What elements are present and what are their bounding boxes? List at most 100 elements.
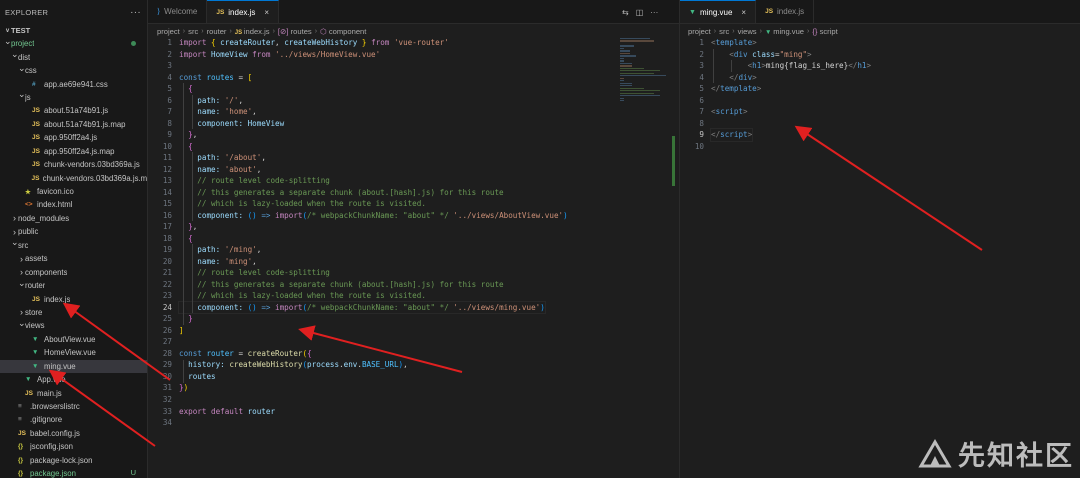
- left-code-area[interactable]: 1 import { createRouter, createWebHistory…: [148, 37, 668, 429]
- code-line[interactable]: 32: [148, 394, 668, 406]
- code-line[interactable]: 8 component: HomeView: [148, 118, 668, 130]
- code-line[interactable]: 2 import HomeView from '../views/HomeView…: [148, 49, 668, 61]
- code-line[interactable]: 29 history: createWebHistory(process.env…: [148, 359, 668, 371]
- file-item[interactable]: {} package-lock.json: [0, 454, 147, 467]
- tab-ming-vue[interactable]: ▼ ming.vue ×: [680, 0, 757, 23]
- folder-item[interactable]: ⌄ src: [0, 237, 147, 252]
- code-line[interactable]: 34: [148, 417, 668, 429]
- breadcrumb-item[interactable]: project: [688, 27, 711, 36]
- code-line[interactable]: 1 <template>: [680, 37, 1080, 49]
- code-line[interactable]: 2 <div class="ming">: [680, 49, 1080, 61]
- split-editor-icon[interactable]: ◫: [636, 8, 644, 17]
- file-item[interactable]: {} package.json U: [0, 467, 147, 478]
- breadcrumb-item[interactable]: src: [188, 27, 198, 36]
- folder-item[interactable]: › assets: [0, 252, 147, 265]
- breadcrumb-item[interactable]: [⊘] routes: [278, 27, 312, 36]
- code-line[interactable]: 4 const routes = [: [148, 72, 668, 84]
- file-item[interactable]: JS index.js: [0, 292, 147, 305]
- breadcrumb-item[interactable]: ⬡ component: [320, 27, 366, 36]
- folder-item[interactable]: › node_modules: [0, 212, 147, 225]
- breadcrumb-item[interactable]: project: [157, 27, 180, 36]
- code-line[interactable]: 18 {: [148, 233, 668, 245]
- breadcrumb-item[interactable]: router: [207, 27, 227, 36]
- code-line[interactable]: 19 path: '/ming',: [148, 244, 668, 256]
- code-line[interactable]: 6 path: '/',: [148, 95, 668, 107]
- more-actions-icon[interactable]: ···: [130, 7, 141, 18]
- code-line[interactable]: 12 name: 'about',: [148, 164, 668, 176]
- file-item[interactable]: ★ favicon.ico: [0, 185, 147, 198]
- code-line[interactable]: 30 routes: [148, 371, 668, 383]
- code-line[interactable]: 21 // route level code-splitting: [148, 267, 668, 279]
- code-line[interactable]: 5 </template>: [680, 83, 1080, 95]
- right-code-area[interactable]: 1 <template> 2 <div class="ming"> 3 <h1>min…: [680, 37, 1080, 152]
- breadcrumb-item[interactable]: {} script: [812, 27, 837, 36]
- code-line[interactable]: 14 // this generates a separate chunk (a…: [148, 187, 668, 199]
- code-line[interactable]: 5 {: [148, 83, 668, 95]
- code-line[interactable]: 33 export default router: [148, 406, 668, 418]
- file-item[interactable]: JS chunk-vendors.03bd369a.js.map: [0, 171, 147, 184]
- code-line[interactable]: 20 name: 'ming',: [148, 256, 668, 268]
- tab-index-js[interactable]: JS index.js: [756, 0, 815, 23]
- file-item[interactable]: ≡ .browserslistrc: [0, 400, 147, 413]
- workspace-section-test[interactable]: v TEST: [0, 24, 147, 37]
- file-item[interactable]: {} jsconfig.json: [0, 440, 147, 453]
- file-item[interactable]: ▼ App.vue: [0, 373, 147, 386]
- code-line[interactable]: 22 // this generates a separate chunk (a…: [148, 279, 668, 291]
- vertical-scrollbar[interactable]: [672, 136, 675, 186]
- tab-index-js[interactable]: JS index.js ×: [207, 0, 280, 23]
- code-line[interactable]: 3: [148, 60, 668, 72]
- code-line[interactable]: 23 // which is lazy-loaded when the rout…: [148, 290, 668, 302]
- file-item[interactable]: ▼ AboutView.vue: [0, 333, 147, 346]
- file-item[interactable]: JS chunk-vendors.03bd369a.js: [0, 158, 147, 171]
- breadcrumb-item[interactable]: views: [738, 27, 757, 36]
- minimap[interactable]: [620, 38, 668, 102]
- breadcrumb-item[interactable]: JS index.js: [235, 27, 270, 36]
- folder-item[interactable]: ⌄ js: [0, 89, 147, 104]
- code-line[interactable]: 9 },: [148, 129, 668, 141]
- code-line[interactable]: 28 const router = createRouter({: [148, 348, 668, 360]
- code-line[interactable]: 10 {: [148, 141, 668, 153]
- file-item[interactable]: ▼ HomeView.vue: [0, 346, 147, 359]
- code-line[interactable]: 24 component: () => import(/* webpackChu…: [148, 300, 668, 315]
- code-line[interactable]: 16 component: () => import(/* webpackChu…: [148, 210, 668, 222]
- code-line[interactable]: 4 </div>: [680, 72, 1080, 84]
- code-line[interactable]: 25 }: [148, 313, 668, 325]
- code-line[interactable]: 9 </script>: [680, 128, 1080, 142]
- folder-item[interactable]: ⌄ project: [0, 36, 147, 50]
- code-line[interactable]: 6: [680, 95, 1080, 107]
- compare-icon[interactable]: ⇆: [622, 8, 629, 17]
- code-line[interactable]: 7 <script>: [680, 106, 1080, 118]
- code-line[interactable]: 27: [148, 336, 668, 348]
- file-item[interactable]: JS main.js: [0, 386, 147, 399]
- code-line[interactable]: 3 <h1>ming{flag_is_here}</h1>: [680, 60, 1080, 72]
- breadcrumb-item[interactable]: src: [719, 27, 729, 36]
- file-item[interactable]: ▼ ming.vue: [0, 359, 147, 373]
- file-item[interactable]: JS app.950ff2a4.js.map: [0, 145, 147, 158]
- folder-item[interactable]: › public: [0, 225, 147, 238]
- tree-item-label: app.950ff2a4.js: [44, 133, 98, 143]
- folder-item[interactable]: ⌄ router: [0, 278, 147, 292]
- close-icon[interactable]: ×: [264, 8, 269, 17]
- more-icon[interactable]: ···: [650, 8, 658, 17]
- code-line[interactable]: 10: [680, 141, 1080, 153]
- tab-welcome[interactable]: ⟩ Welcome: [148, 0, 208, 23]
- file-item[interactable]: <> index.html: [0, 198, 147, 211]
- code-line[interactable]: 17 },: [148, 221, 668, 233]
- code-line[interactable]: 1 import { createRouter, createWebHistory…: [148, 37, 668, 49]
- code-line[interactable]: 11 path: '/about',: [148, 152, 668, 164]
- file-item[interactable]: JS babel.config.js: [0, 427, 147, 440]
- code-line[interactable]: 8: [680, 118, 1080, 130]
- code-line[interactable]: 26]: [148, 325, 668, 337]
- file-item[interactable]: JS about.51a74b91.js: [0, 104, 147, 117]
- folder-item[interactable]: ⌄ css: [0, 63, 147, 77]
- breadcrumb-item[interactable]: ▼ ming.vue: [765, 27, 804, 36]
- close-icon[interactable]: ×: [741, 8, 746, 17]
- code-line[interactable]: 7 name: 'home',: [148, 106, 668, 118]
- file-item[interactable]: JS app.950ff2a4.js: [0, 131, 147, 144]
- file-item[interactable]: JS about.51a74b91.js.map: [0, 118, 147, 131]
- code-line[interactable]: 31}): [148, 382, 668, 394]
- code-line[interactable]: 13 // route level code-splitting: [148, 175, 668, 187]
- file-item[interactable]: ≡ .gitignore: [0, 413, 147, 426]
- folder-item[interactable]: ⌄ views: [0, 318, 147, 332]
- code-line[interactable]: 15 // which is lazy-loaded when the rout…: [148, 198, 668, 210]
